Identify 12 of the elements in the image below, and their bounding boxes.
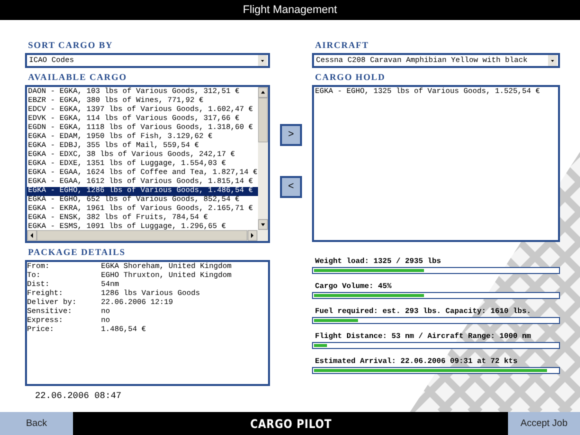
logo: CARGO PILOT — [250, 416, 332, 430]
package-details-label: PACKAGE DETAILS — [28, 247, 126, 257]
remove-cargo-button[interactable]: < — [280, 176, 302, 198]
back-button[interactable]: Back — [0, 412, 73, 435]
accept-job-button[interactable]: Accept Job — [508, 412, 580, 435]
cargo-hold-label: CARGO HOLD — [315, 72, 386, 82]
available-cargo-label: AVAILABLE CARGO — [28, 72, 127, 82]
add-cargo-button[interactable]: > — [280, 124, 302, 146]
aircraft-label: AIRCRAFT — [315, 40, 369, 50]
date-time: 22.06.2006 08:47 — [35, 391, 122, 401]
window-title: Flight Management — [242, 4, 338, 16]
sort-label: SORT CARGO BY — [28, 40, 113, 50]
